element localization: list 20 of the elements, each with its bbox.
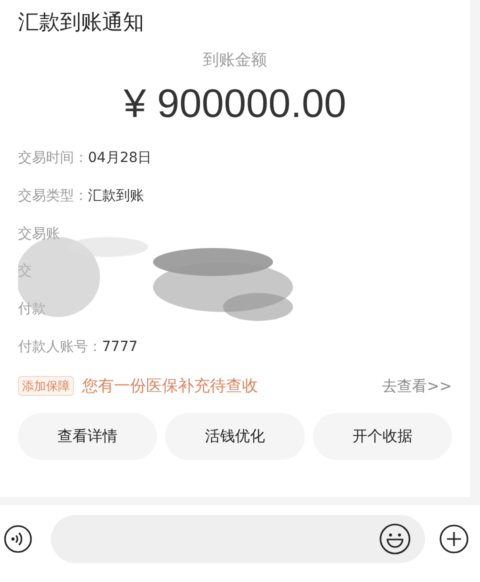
amount: ¥ 900000.00 bbox=[122, 81, 348, 128]
action-button[interactable]: 查看详情 bbox=[18, 413, 158, 460]
message-input[interactable] bbox=[51, 514, 425, 562]
field-label: 交易账 bbox=[18, 224, 60, 244]
field-label: 交易时间： bbox=[18, 149, 88, 168]
action-button[interactable]: 活钱优化 bbox=[165, 413, 305, 460]
field-label: 交易类型： bbox=[18, 187, 88, 206]
promo-tag: 添加保障 bbox=[18, 376, 74, 396]
field-value: 汇款到账 bbox=[88, 187, 144, 206]
voice-icon[interactable] bbox=[3, 524, 33, 554]
add-icon[interactable] bbox=[439, 524, 469, 554]
action-button[interactable]: 开个收据 bbox=[312, 413, 452, 460]
field-label: 付款 bbox=[18, 300, 46, 320]
view-link[interactable]: 去查看>> bbox=[382, 374, 452, 398]
amount-label: 到账金额 bbox=[202, 49, 268, 71]
card-title: 汇款到账通知 bbox=[18, 9, 145, 36]
field-label: 付款人账号： bbox=[18, 338, 102, 357]
emoji-icon[interactable] bbox=[379, 522, 411, 554]
field-value: 04月28日 bbox=[88, 149, 152, 168]
field-value: 7777 bbox=[102, 338, 138, 357]
